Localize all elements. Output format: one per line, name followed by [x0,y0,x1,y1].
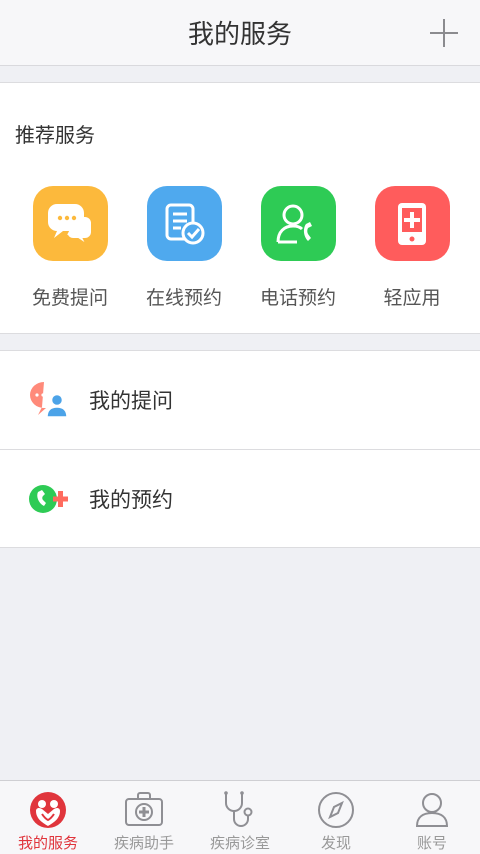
tab-label: 发现 [320,834,351,852]
tab-discover[interactable]: 发现 [288,781,384,854]
tab-label: 疾病诊室 [209,834,270,852]
navigation-bar: 我的服务 [0,0,480,66]
document-check-icon [146,186,222,261]
tab-my-services[interactable]: 我的服务 [0,781,96,854]
list-item-label: 我的预约 [89,487,173,512]
recommended-services-section: 推荐服务 免费提问 在线预约 电话预约 轻应用 [0,82,480,334]
my-list: 我的提问 我的预约 [0,350,480,548]
tab-account[interactable]: 账号 [384,781,480,854]
tab-label: 我的服务 [17,834,78,852]
phone-user-icon [260,186,336,261]
service-online-appointment[interactable]: 在线预约 [127,186,241,310]
tab-clinic[interactable]: 疾病诊室 [192,781,288,854]
tab-label: 账号 [416,834,447,852]
section-title: 推荐服务 [15,123,95,147]
service-phone-appointment[interactable]: 电话预约 [241,186,355,310]
appointment-phone-icon [28,478,70,520]
list-item-my-appointments[interactable]: 我的预约 [0,449,480,547]
tab-disease-assistant[interactable]: 疾病助手 [96,781,192,854]
tab-bar: 我的服务 疾病助手 疾病诊室 发现 账号 [0,780,480,854]
heart-people-icon [28,790,68,830]
service-label: 轻应用 [383,287,441,309]
service-light-app[interactable]: 轻应用 [355,186,469,310]
list-item-my-questions[interactable]: 我的提问 [0,351,480,449]
compass-icon [316,790,356,830]
medical-phone-icon [374,186,450,261]
medical-kit-icon [124,790,164,830]
service-free-question[interactable]: 免费提问 [13,186,127,310]
add-icon[interactable] [430,19,458,47]
question-user-icon [28,379,70,421]
stethoscope-icon [220,790,260,830]
service-label: 在线预约 [145,287,222,309]
page-title: 我的服务 [187,20,292,50]
tab-label: 疾病助手 [113,834,174,852]
service-label: 电话预约 [259,287,336,309]
list-item-label: 我的提问 [89,389,173,413]
person-icon [412,790,452,830]
chat-bubbles-icon [32,186,108,261]
service-label: 免费提问 [31,287,108,309]
